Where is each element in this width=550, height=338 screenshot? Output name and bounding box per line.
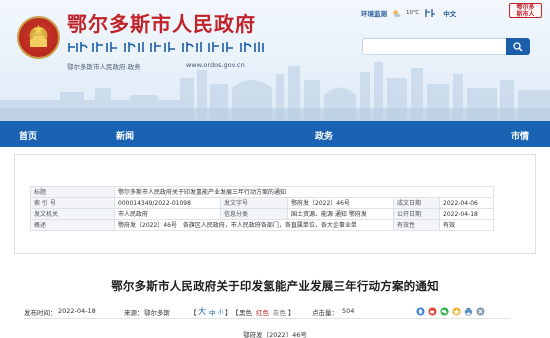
site-title: 鄂尔多斯市人民政府	[67, 12, 256, 36]
info-label-summary: 概述	[30, 219, 115, 231]
national-emblem-logo: ★	[17, 16, 60, 59]
info-label-index: 索 引 号	[30, 197, 115, 209]
info-value-validity: 有效	[438, 219, 495, 231]
main-navigation: 首页 新闻 政务 市情	[0, 121, 550, 147]
publish-date: 2022-04-18	[58, 307, 96, 315]
print-icon[interactable]	[464, 307, 473, 316]
site-subtitle: 鄂尔多斯市人民政府.政务	[67, 63, 141, 71]
info-label-doc-number: 发文字号	[220, 197, 288, 209]
info-label-validity: 有效性	[393, 219, 440, 231]
search-input[interactable]	[362, 38, 530, 55]
info-value-title: 鄂尔多斯市人民政府关于印发氢能产业发展三年行动方案的通知	[113, 186, 495, 198]
table-row: 索 引 号 000014349/2022-01098 发文字号 鄂府发〔2022…	[30, 197, 495, 209]
info-value-summary: 鄂府发〔2022〕46号 各旗区人民政府，市人民政府各部门，各直属单位，各大企事…	[114, 219, 394, 231]
qq-share-icon[interactable]	[416, 307, 425, 316]
meta-divider	[24, 318, 510, 319]
wechat-share-icon[interactable]	[440, 307, 449, 316]
font-size-bracket-close: 】	[225, 309, 232, 317]
document-number: 鄂府发〔2022〕46号	[243, 331, 307, 338]
environment-monitoring-link[interactable]: 环境监测	[361, 8, 387, 18]
info-label-title: 标题	[30, 186, 115, 198]
info-value-category: 国土资源、能源 通知 鄂府发	[287, 208, 394, 220]
info-value-issuer: 市人民政府	[114, 208, 221, 220]
info-value-doc-number: 鄂府发〔2022〕46号	[287, 197, 394, 209]
mongolian-script-title	[68, 42, 264, 52]
info-value-publish-date: 2022-04-18	[438, 208, 495, 220]
color-bracket-close: 】	[288, 309, 295, 317]
document-info-panel: 标题 鄂尔多斯市人民政府关于印发氢能产业发展三年行动方案的通知 索 引 号 00…	[14, 154, 536, 254]
color-bracket-open: 【	[232, 309, 239, 317]
font-size-small-link[interactable]: 小	[218, 308, 224, 316]
chinese-language-link[interactable]: 中文	[443, 8, 456, 18]
top-utility-bar: 环境监测 10℃ 中文	[361, 7, 456, 19]
search-button[interactable]	[506, 38, 530, 55]
source-label: 来源：	[124, 309, 144, 317]
temperature-readout: 10℃	[406, 10, 420, 16]
info-label-category: 信息分类	[220, 208, 288, 220]
mongolian-language-link-icon[interactable]	[424, 8, 436, 18]
publish-time-label: 发布时间：	[24, 309, 57, 317]
color-gray-link[interactable]: 灰色	[273, 307, 286, 317]
color-red-link[interactable]: 红色	[256, 307, 269, 317]
info-value-index: 000014349/2022-01098	[114, 197, 221, 209]
weibo-share-icon[interactable]	[428, 307, 437, 316]
government-seal-logo: 鄂尔多 斯市人	[509, 3, 542, 18]
site-header: ★ 鄂尔多斯市人民政府 鄂尔多斯市人民政府.政务 www.ordos.gov.c…	[0, 0, 550, 121]
font-size-bracket-open: 【	[190, 309, 197, 317]
source-value: 鄂尔多斯	[144, 309, 170, 317]
nav-item-news[interactable]: 新闻	[116, 129, 134, 142]
font-size-medium-link[interactable]: 中	[209, 307, 216, 317]
info-label-written-date: 成文日期	[393, 197, 440, 209]
table-row: 标题 鄂尔多斯市人民政府关于印发氢能产业发展三年行动方案的通知	[30, 186, 495, 198]
nav-item-home[interactable]: 首页	[19, 129, 37, 142]
article-title: 鄂尔多斯市人民政府关于印发氢能产业发展三年行动方案的通知	[111, 279, 439, 293]
font-size-large-link[interactable]: 大	[198, 306, 206, 317]
table-row: 概述 鄂府发〔2022〕46号 各旗区人民政府，市人民政府各部门，各直属单位，各…	[30, 219, 495, 231]
reads-label: 点击量：	[312, 309, 338, 317]
qzone-share-icon[interactable]	[452, 307, 461, 316]
document-info-table: 标题 鄂尔多斯市人民政府关于印发氢能产业发展三年行动方案的通知 索 引 号 00…	[30, 186, 495, 231]
color-black-link[interactable]: 黑色	[239, 307, 252, 317]
nav-item-city-info[interactable]: 市情	[511, 129, 529, 142]
info-label-issuer: 发文机关	[30, 208, 115, 220]
table-row: 发文机关 市人民政府 信息分类 国土资源、能源 通知 鄂府发 公开日期 2022…	[30, 208, 495, 220]
info-label-publish-date: 公开日期	[393, 208, 440, 220]
info-value-written-date: 2022-04-06	[438, 197, 495, 209]
site-domain: www.ordos.gov.cn	[186, 61, 245, 69]
search-icon	[513, 41, 523, 51]
close-page-icon[interactable]	[476, 307, 485, 316]
weather-cloudy-icon	[393, 9, 401, 17]
reads-count: 504	[342, 307, 355, 315]
nav-item-government-affairs[interactable]: 政务	[315, 129, 333, 142]
